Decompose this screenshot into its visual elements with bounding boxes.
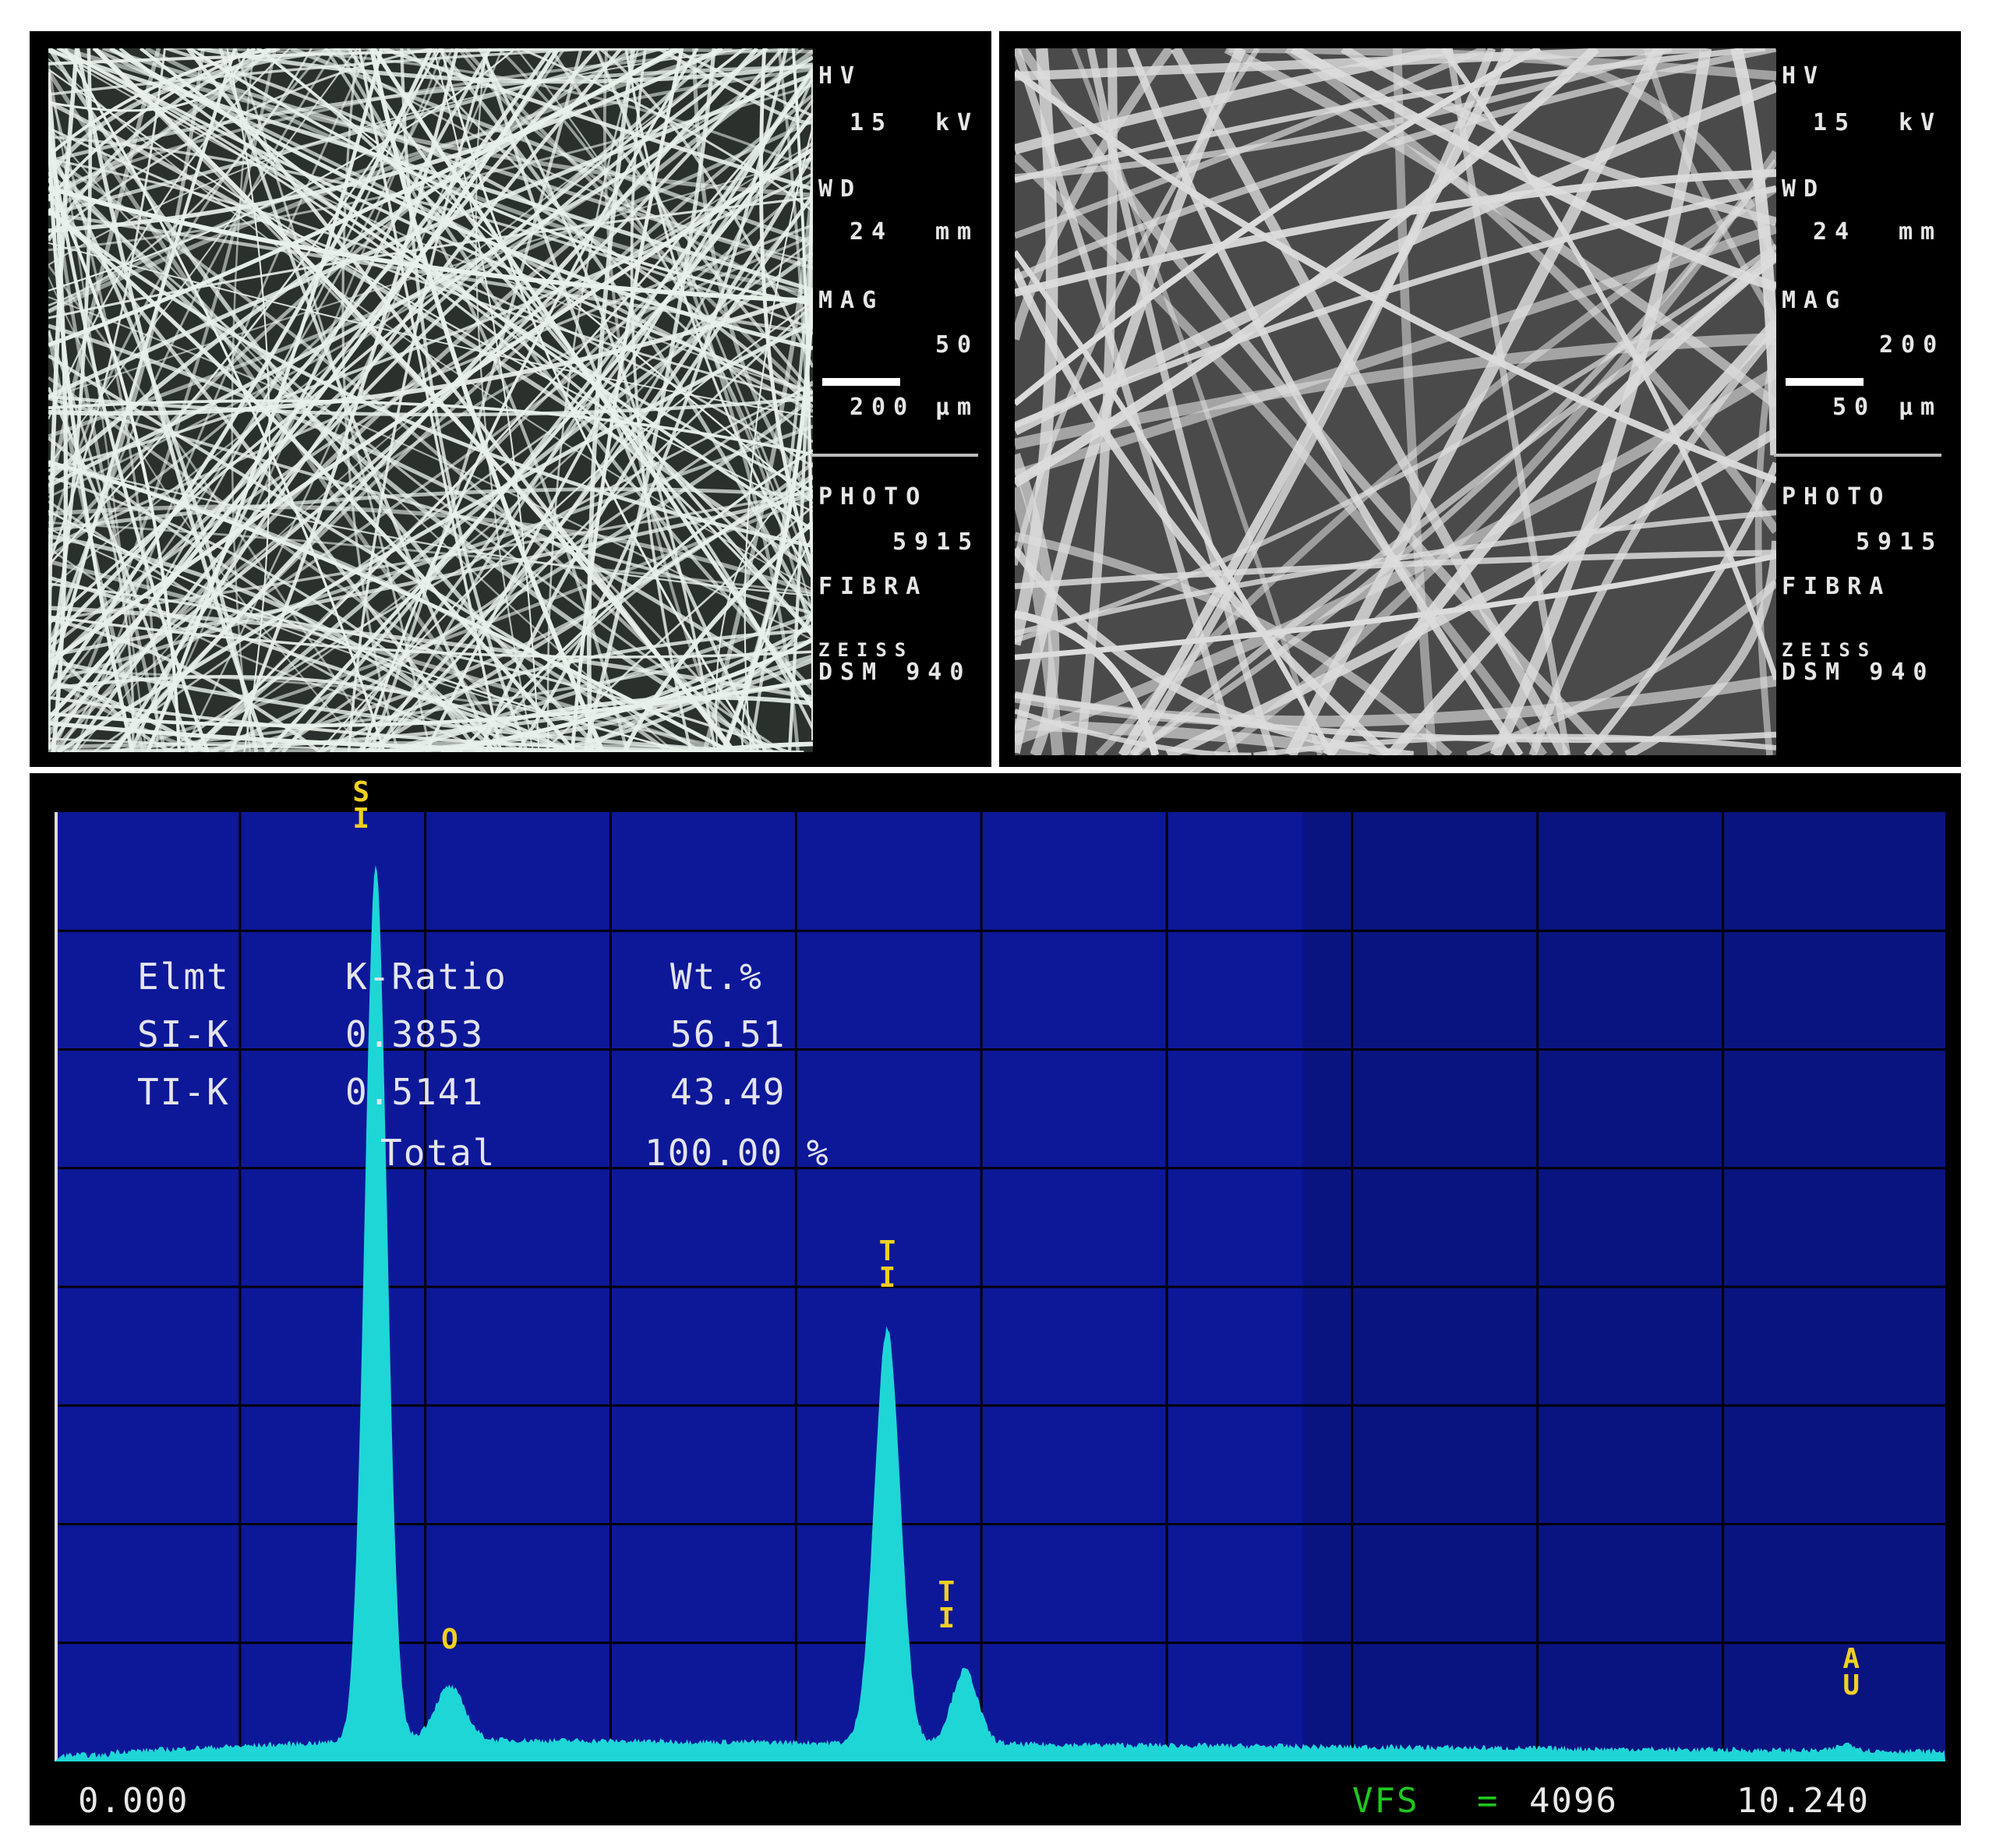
peak-label-au: AU [1842, 1643, 1860, 1702]
mag-label: MAG [1782, 287, 1848, 314]
sem-image-low-mag [48, 48, 813, 752]
scale-unit: μm [935, 394, 980, 421]
peak-label-ti: TI [878, 1235, 896, 1294]
x-axis-max: 10.240 [1736, 1781, 1870, 1821]
table-cell-wt: 43.49 [670, 1071, 786, 1113]
mag-value: 200 [1879, 331, 1945, 359]
vfs-value: 4096 [1529, 1781, 1618, 1821]
section-divider [30, 767, 1961, 773]
hv-unit: kV [1899, 109, 1943, 136]
model: DSM 940 [818, 659, 972, 686]
wd-value: 24 [1813, 218, 1857, 246]
vfs-label: VFS [1352, 1781, 1419, 1821]
sample-name: FIBRA [1782, 573, 1892, 600]
table-header-kratio: K-Ratio [345, 956, 507, 998]
scale-bar [822, 378, 900, 386]
wd-label: WD [1782, 175, 1826, 203]
sem-info-left: HV 15 kV WD 24 mm MAG 50 200 μm PHOTO 59… [811, 62, 986, 748]
table-cell-element: SI-K [137, 1013, 230, 1055]
photo-label: PHOTO [818, 483, 928, 511]
brand: ZEISS [818, 639, 914, 661]
scale-value: 50 [1832, 394, 1877, 421]
sem-info-right: HV 15 kV WD 24 mm MAG 200 50 μm PHOTO 59… [1774, 62, 1957, 748]
table-total-label: Total [380, 1132, 496, 1174]
table-cell-element: TI-K [137, 1071, 230, 1113]
wd-value: 24 [850, 218, 894, 246]
table-header-element: Elmt [137, 956, 230, 998]
mag-label: MAG [818, 287, 885, 314]
hv-label: HV [1782, 62, 1826, 90]
sem-image-high-mag [1015, 48, 1776, 755]
brand: ZEISS [1782, 639, 1878, 661]
hv-value: 15 [850, 109, 894, 136]
wd-unit: mm [1899, 218, 1943, 246]
peak-label-ti: TI [938, 1576, 956, 1635]
mag-value: 50 [935, 331, 980, 359]
photo-value: 5915 [892, 528, 980, 556]
model: DSM 940 [1782, 659, 1935, 686]
x-axis-min: 0.000 [78, 1781, 189, 1821]
panel-divider [991, 31, 999, 770]
sample-name: FIBRA [818, 573, 928, 600]
photo-label: PHOTO [1782, 483, 1892, 511]
divider [811, 454, 978, 457]
wd-unit: mm [935, 218, 980, 246]
photo-value: 5915 [1856, 528, 1944, 556]
table-header-wt: Wt.% [670, 956, 763, 998]
table-total-value: 100.00 % [645, 1132, 830, 1174]
hv-label: HV [818, 62, 863, 90]
peak-label-o: O [441, 1623, 458, 1655]
vfs-equals: = [1477, 1781, 1500, 1821]
divider [1774, 454, 1941, 457]
scale-unit: μm [1899, 394, 1943, 421]
table-cell-wt: 56.51 [670, 1013, 786, 1055]
wd-label: WD [818, 175, 863, 203]
eds-spectrum-chart [55, 812, 1945, 1761]
table-cell-kratio: 0.5141 [345, 1071, 485, 1113]
scale-value: 200 [850, 394, 916, 421]
table-cell-kratio: 0.3853 [345, 1013, 485, 1055]
hv-value: 15 [1813, 109, 1857, 136]
peak-label-si: SI [352, 776, 370, 836]
hv-unit: kV [935, 109, 980, 136]
scale-bar [1786, 378, 1864, 386]
